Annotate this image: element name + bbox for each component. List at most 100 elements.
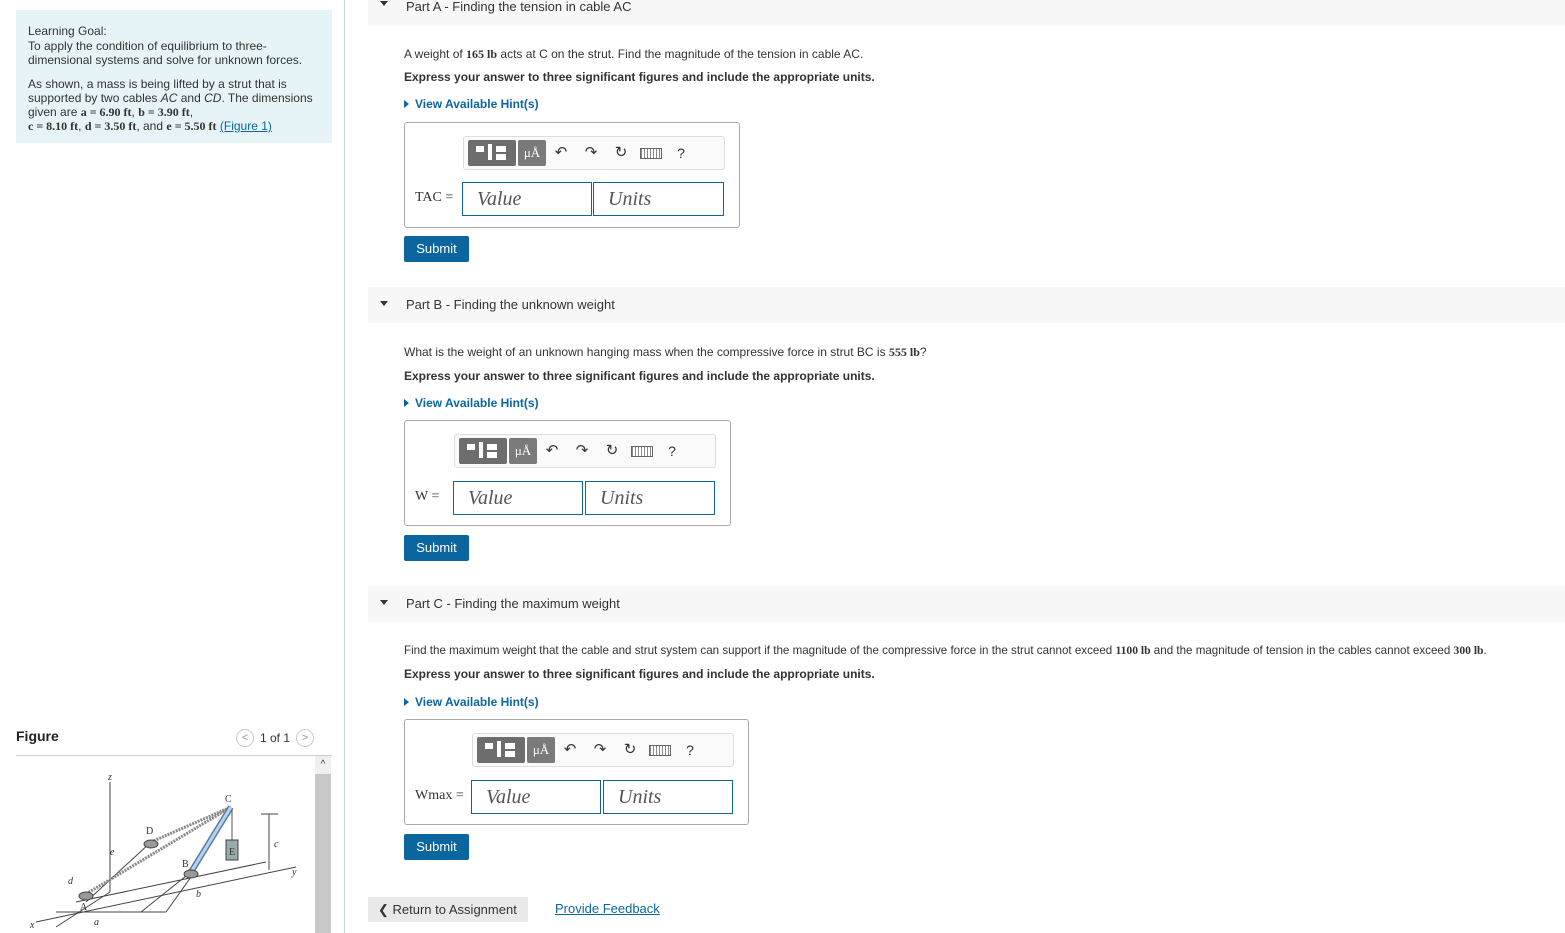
hint-arrow-icon	[404, 698, 409, 706]
support-d	[143, 839, 159, 849]
part-c-value-input[interactable]: Value	[471, 780, 601, 814]
part-c-math-toolbar: μÅ ↶ ↷ ↻ ?	[472, 733, 734, 767]
part-b-submit-button[interactable]: Submit	[404, 535, 469, 561]
part-a-hint-link[interactable]: View Available Hint(s)	[404, 97, 539, 111]
part-a-weight-value: 165 lb	[466, 47, 498, 61]
part-c-submit-button[interactable]: Submit	[404, 834, 469, 860]
reset-icon[interactable]: ↻	[597, 438, 627, 464]
learning-goal-objective: To apply the condition of equilibrium to…	[28, 39, 303, 67]
part-b-value-input[interactable]: Value	[453, 481, 583, 515]
part-a-units-input[interactable]: Units	[593, 182, 724, 216]
collapse-part-c-icon[interactable]	[380, 600, 388, 605]
part-a-question-pre: A weight of	[404, 47, 467, 61]
support-a	[78, 891, 94, 901]
part-c-title-text: - Finding the maximum weight	[442, 596, 620, 611]
help-icon[interactable]: ?	[675, 737, 705, 763]
part-b-question: What is the weight of an unknown hanging…	[404, 345, 927, 360]
figure-pager: < 1 of 1 >	[236, 728, 315, 748]
part-b-header[interactable]: Part B - Finding the unknown weight	[368, 287, 1565, 323]
learning-goal-title: Learning Goal:	[28, 24, 107, 38]
part-c-question-post: .	[1483, 644, 1487, 657]
part-c-units-input[interactable]: Units	[603, 780, 733, 814]
part-c-instruction: Express your answer to three significant…	[404, 667, 875, 681]
help-icon[interactable]: ?	[657, 438, 687, 464]
label-d-dim: d	[68, 876, 74, 887]
label-c-dim: c	[274, 839, 279, 850]
part-a-variable-label: TAC =	[415, 190, 454, 205]
figure-next-button[interactable]: >	[296, 729, 315, 747]
part-a-title: Part A - Finding the tension in cable AC	[406, 0, 631, 15]
keyboard-icon[interactable]	[645, 737, 675, 763]
ground-line-4	[140, 871, 192, 913]
part-c-letter: Part C	[406, 596, 443, 611]
collapse-part-b-icon[interactable]	[380, 301, 388, 306]
part-a-question: A weight of 165 lb acts at C on the stru…	[404, 47, 863, 62]
templates-icon[interactable]	[459, 438, 507, 464]
part-a-value-input[interactable]: Value	[462, 182, 592, 216]
reset-icon[interactable]: ↻	[615, 737, 645, 763]
dim-d: d = 3.50 ft	[84, 119, 137, 133]
part-a-hint-label: View Available Hint(s)	[415, 97, 539, 111]
label-d-point: D	[146, 826, 153, 837]
column-divider	[344, 0, 345, 933]
label-e: e	[110, 847, 115, 858]
part-b-title: Part B - Finding the unknown weight	[406, 297, 615, 313]
figure-link[interactable]: (Figure 1)	[220, 119, 272, 133]
part-a-math-toolbar: μÅ ↶ ↷ ↻ ?	[463, 136, 725, 170]
return-to-assignment-button[interactable]: ❮ Return to Assignment	[368, 897, 528, 922]
part-b-hint-link[interactable]: View Available Hint(s)	[404, 396, 539, 410]
units-symbols-icon[interactable]: μÅ	[527, 737, 555, 763]
part-a-letter: Part A	[406, 0, 441, 14]
part-b-math-toolbar: μÅ ↶ ↷ ↻ ?	[454, 434, 716, 468]
templates-icon[interactable]	[468, 140, 516, 166]
redo-icon[interactable]: ↷	[567, 438, 597, 464]
part-b-variable-label: W =	[415, 489, 440, 504]
part-c-question-pre: Find the maximum weight that the cable a…	[404, 644, 1116, 657]
and-e-text: , and	[136, 119, 167, 133]
part-b-units-input[interactable]: Units	[585, 481, 715, 515]
figure-scroll-up-button[interactable]: ^	[315, 756, 331, 774]
learning-goal-description: As shown, a mass is being lifted by a st…	[28, 77, 313, 133]
part-b-question-post: ?	[919, 345, 927, 359]
part-c-question: Find the maximum weight that the cable a…	[404, 644, 1487, 657]
figure-separator	[16, 755, 332, 756]
label-c-point: C	[225, 794, 232, 805]
redo-icon[interactable]: ↷	[585, 737, 615, 763]
part-c-hint-label: View Available Hint(s)	[415, 695, 539, 709]
part-b-title-text: - Finding the unknown weight	[442, 297, 615, 312]
undo-icon[interactable]: ↶	[537, 438, 567, 464]
dim-c: c = 8.10 ft	[28, 119, 79, 133]
figure-scrollbar[interactable]	[315, 756, 331, 933]
undo-icon[interactable]: ↶	[555, 737, 585, 763]
templates-icon[interactable]	[477, 737, 525, 763]
keyboard-icon[interactable]	[636, 140, 666, 166]
return-label: Return to Assignment	[392, 902, 517, 917]
cable-ac	[85, 805, 232, 896]
part-a-question-post: acts at C on the strut. Find the magnitu…	[497, 47, 864, 61]
undo-icon[interactable]: ↶	[546, 140, 576, 166]
part-a-header[interactable]: Part A - Finding the tension in cable AC	[368, 0, 1565, 26]
learning-goal-panel: Learning Goal: To apply the condition of…	[16, 10, 332, 143]
units-symbols-icon[interactable]: μÅ	[509, 438, 537, 464]
part-b-letter: Part B	[406, 297, 443, 312]
reset-icon[interactable]: ↻	[606, 140, 636, 166]
part-c-header[interactable]: Part C - Finding the maximum weight	[368, 586, 1565, 622]
label-a-dim: a	[94, 917, 99, 928]
keyboard-icon[interactable]	[627, 438, 657, 464]
part-c-question-mid: and the magnitude of tension in the cabl…	[1150, 644, 1454, 657]
and-text: and	[177, 91, 205, 105]
part-c-hint-link[interactable]: View Available Hint(s)	[404, 695, 539, 709]
provide-feedback-link[interactable]: Provide Feedback	[555, 901, 660, 916]
label-e-weight: E	[229, 847, 235, 858]
part-a-submit-button[interactable]: Submit	[404, 236, 469, 262]
units-symbols-icon[interactable]: μÅ	[518, 140, 546, 166]
help-icon[interactable]: ?	[666, 140, 696, 166]
redo-icon[interactable]: ↷	[576, 140, 606, 166]
label-y: y	[291, 867, 297, 878]
figure-prev-button[interactable]: <	[236, 729, 254, 747]
label-x: x	[29, 920, 35, 931]
collapse-part-a-icon[interactable]	[380, 1, 388, 6]
part-c-cable-limit: 300 lb	[1453, 644, 1484, 657]
dim-e: e = 5.50 ft	[166, 119, 217, 133]
label-z: z	[107, 772, 112, 783]
